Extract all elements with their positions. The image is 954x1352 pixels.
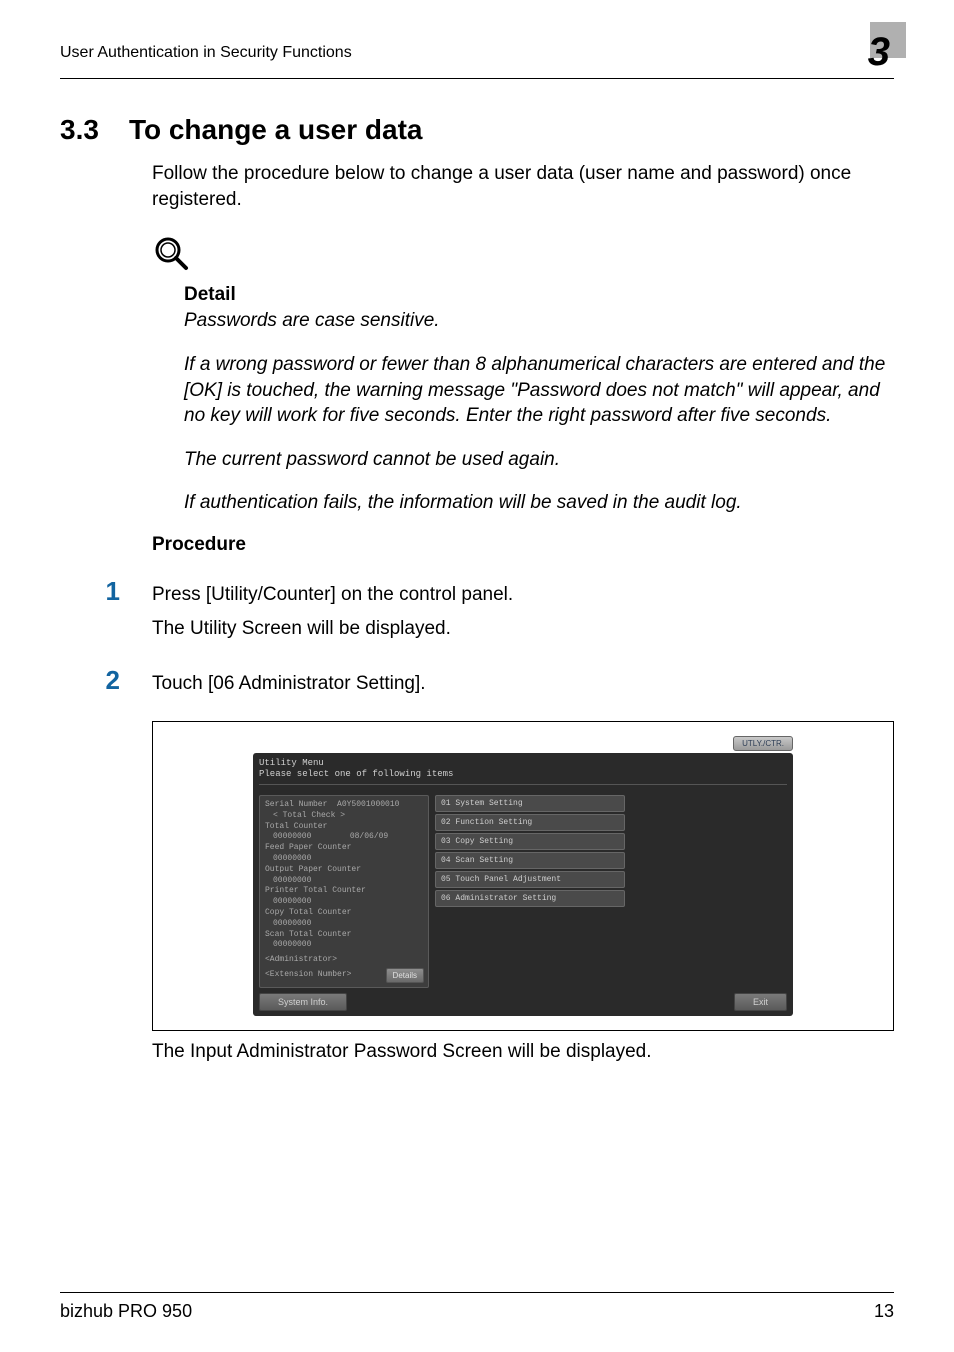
menu-item-04-scan[interactable]: 04 Scan Setting: [435, 852, 625, 869]
step-2-row: 2 Touch [06 Administrator Setting].: [60, 665, 894, 697]
section-number: 3.3: [60, 114, 99, 146]
utility-header-line2: Please select one of following items: [259, 769, 787, 780]
serial-label: Serial Number: [265, 800, 327, 809]
exit-button[interactable]: Exit: [734, 993, 787, 1011]
serial-row: Serial Number A0Y5001000010: [265, 800, 423, 811]
detail-line-2: If a wrong password or fewer than 8 alph…: [184, 352, 894, 429]
total-check-label: < Total Check >: [273, 811, 423, 822]
copy-value: 00000000: [273, 919, 423, 930]
after-screenshot-text: The Input Administrator Password Screen …: [152, 1041, 894, 1063]
utility-header: Utility Menu Please select one of follow…: [259, 758, 787, 785]
counter-date: 08/06/09: [350, 832, 388, 841]
utility-screen-screenshot: UTLY./CTR. Utility Menu Please select on…: [152, 721, 894, 1031]
menu-item-05-touch-panel[interactable]: 05 Touch Panel Adjustment: [435, 871, 625, 888]
magnifier-icon: [152, 234, 894, 279]
chapter-number-wrap: 3: [868, 30, 894, 75]
utility-panel: Utility Menu Please select one of follow…: [253, 753, 793, 1016]
menu-item-06-administrator[interactable]: 06 Administrator Setting: [435, 890, 625, 907]
feed-value: 00000000: [273, 854, 423, 865]
step-1-number: 1: [60, 576, 120, 608]
menu-item-03-copy[interactable]: 03 Copy Setting: [435, 833, 625, 850]
step-1-row: 1 Press [Utility/Counter] on the control…: [60, 576, 894, 608]
procedure-heading: Procedure: [152, 534, 894, 556]
menu-item-02-function[interactable]: 02 Function Setting: [435, 814, 625, 831]
step-2-text: Touch [06 Administrator Setting].: [152, 665, 426, 697]
chapter-number: 3: [868, 30, 894, 75]
section-heading: 3.3 To change a user data: [60, 114, 894, 146]
output-value: 00000000: [273, 876, 423, 887]
detail-line-3: The current password cannot be used agai…: [184, 447, 894, 473]
serial-value: A0Y5001000010: [337, 800, 399, 809]
printer-value: 00000000: [273, 897, 423, 908]
scan-label: Scan Total Counter: [265, 930, 423, 941]
utility-bottom-row: System Info. Exit: [259, 993, 787, 1011]
system-info-button[interactable]: System Info.: [259, 993, 347, 1011]
section-title: To change a user data: [129, 114, 423, 146]
feed-label: Feed Paper Counter: [265, 843, 423, 854]
printer-label: Printer Total Counter: [265, 886, 423, 897]
utility-header-line1: Utility Menu: [259, 758, 787, 769]
utility-left-panel: Serial Number A0Y5001000010 < Total Chec…: [259, 795, 429, 988]
total-counter-label: Total Counter: [265, 822, 423, 833]
detail-line-4: If authentication fails, the information…: [184, 490, 894, 516]
output-label: Output Paper Counter: [265, 865, 423, 876]
step-1-text: Press [Utility/Counter] on the control p…: [152, 576, 513, 608]
scan-value: 00000000: [273, 940, 423, 951]
page-footer: bizhub PRO 950 13: [60, 1292, 894, 1322]
utility-counter-button[interactable]: UTLY./CTR.: [733, 736, 793, 751]
total-counter-row: 00000000 08/06/09: [273, 832, 423, 843]
admin-label: <Administrator>: [265, 955, 423, 966]
detail-heading: Detail: [184, 284, 894, 306]
intro-paragraph: Follow the procedure below to change a u…: [152, 161, 894, 212]
utility-menu-list: 01 System Setting 02 Function Setting 03…: [435, 795, 625, 988]
util-top-row: UTLY./CTR.: [253, 736, 793, 751]
detail-line-1: Passwords are case sensitive.: [184, 308, 894, 334]
footer-page-number: 13: [874, 1301, 894, 1322]
page-header: User Authentication in Security Function…: [60, 30, 894, 79]
utility-columns: Serial Number A0Y5001000010 < Total Chec…: [259, 795, 787, 988]
header-title: User Authentication in Security Function…: [60, 44, 352, 62]
step-2-number: 2: [60, 665, 120, 697]
footer-product: bizhub PRO 950: [60, 1301, 192, 1322]
details-button[interactable]: Details: [386, 968, 424, 983]
copy-label: Copy Total Counter: [265, 908, 423, 919]
total-counter-value: 00000000: [273, 832, 311, 841]
step-1-sub: The Utility Screen will be displayed.: [152, 618, 894, 640]
menu-item-01-system[interactable]: 01 System Setting: [435, 795, 625, 812]
